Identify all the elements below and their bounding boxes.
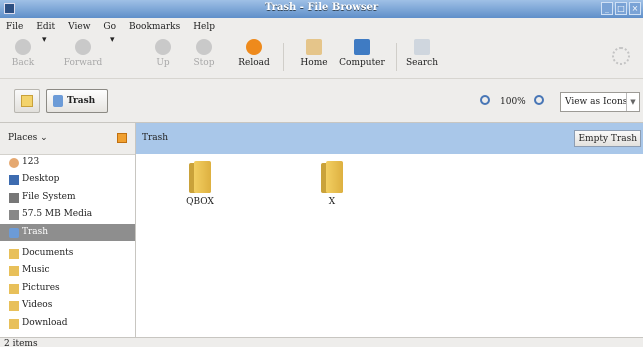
zoom-in-icon[interactable]: [534, 95, 544, 105]
view-mode-value: View as Icons: [565, 97, 628, 107]
window-title: Trash - File Browser: [264, 2, 379, 13]
menu-bookmarks[interactable]: Bookmarks: [129, 22, 180, 32]
place-media[interactable]: 57.5 MB Media: [0, 206, 135, 223]
stop-button[interactable]: Stop: [190, 35, 218, 79]
forward-history-icon[interactable]: ▾: [110, 35, 115, 79]
chevron-down-icon: ▼: [626, 93, 639, 111]
close-button[interactable]: ×: [629, 2, 641, 15]
place-123[interactable]: 123: [0, 154, 135, 171]
forward-arrow-icon: [75, 39, 91, 55]
zoom-out-icon[interactable]: [480, 95, 490, 105]
menu-file[interactable]: File: [6, 22, 23, 32]
location-bar: Trash 100% View as Icons ▼: [0, 79, 643, 123]
main-pane: Trash Empty Trash QBOX X: [136, 123, 643, 337]
crumb-label: Trash: [67, 96, 96, 106]
toolbar: Back ▾ Forward ▾ Up Stop Reload Home Com…: [0, 35, 643, 79]
place-videos[interactable]: Videos: [0, 297, 135, 314]
search-button[interactable]: Search: [404, 35, 440, 79]
trash-icon: [9, 227, 19, 238]
place-music[interactable]: Music: [0, 262, 135, 279]
place-desktop[interactable]: Desktop: [0, 171, 135, 188]
stop-label: Stop: [193, 58, 215, 68]
home-icon: [306, 39, 322, 55]
folder-icon: [9, 248, 19, 259]
menu-bar: File Edit View Go Bookmarks Help: [0, 18, 643, 35]
file-name: QBOX: [186, 197, 214, 207]
menu-edit[interactable]: Edit: [36, 22, 55, 32]
place-file-system[interactable]: File System: [0, 189, 135, 206]
menu-view[interactable]: View: [68, 22, 90, 32]
path-label: Trash: [142, 133, 169, 143]
stop-icon: [196, 39, 212, 55]
minimize-button[interactable]: _: [601, 2, 613, 15]
file-item-qbox[interactable]: QBOX: [170, 161, 230, 207]
forward-button[interactable]: Forward: [60, 35, 106, 79]
side-pane: Places ⌄ 123 Desktop File System 57.5 MB…: [0, 123, 136, 337]
status-bar: 2 items: [0, 337, 643, 347]
menu-go[interactable]: Go: [103, 22, 116, 32]
home-label: Home: [300, 58, 328, 68]
home-folder-icon: [9, 158, 19, 168]
drive-icon: [9, 192, 19, 203]
folder-icon: [9, 283, 19, 294]
place-trash[interactable]: Trash: [0, 223, 135, 241]
back-label: Back: [11, 58, 35, 68]
close-pane-icon[interactable]: [117, 133, 127, 143]
place-download[interactable]: Download: [0, 315, 135, 332]
drive-icon: [9, 210, 19, 221]
reload-icon: [246, 39, 262, 55]
folder-icon: [9, 318, 19, 329]
file-name: X: [328, 197, 336, 207]
places-list: 123 Desktop File System 57.5 MB Media Tr…: [0, 154, 135, 332]
window-controls: _ □ ×: [601, 2, 641, 15]
reload-button[interactable]: Reload: [236, 35, 272, 79]
up-label: Up: [156, 58, 170, 68]
trash-icon: [53, 95, 63, 107]
menu-help[interactable]: Help: [193, 22, 215, 32]
computer-icon: [354, 39, 370, 55]
computer-label: Computer: [339, 58, 385, 68]
computer-button[interactable]: Computer: [338, 35, 386, 79]
place-documents[interactable]: Documents: [0, 245, 135, 262]
back-button[interactable]: Back: [6, 35, 40, 79]
search-icon: [414, 39, 430, 55]
toolbar-separator: [283, 43, 284, 71]
reload-label: Reload: [238, 58, 270, 68]
title-bar: Trash - File Browser _ □ ×: [0, 0, 643, 18]
path-crumb-trash[interactable]: Trash: [46, 89, 108, 113]
toggle-location-button[interactable]: [14, 89, 40, 113]
path-header: Trash Empty Trash: [136, 123, 643, 154]
empty-trash-button[interactable]: Empty Trash: [574, 130, 641, 147]
side-pane-selector[interactable]: Places ⌄: [8, 133, 48, 143]
side-pane-header: Places ⌄: [0, 123, 135, 155]
maximize-button[interactable]: □: [615, 2, 627, 15]
desktop-icon: [9, 175, 19, 186]
folder-icon: [9, 266, 19, 277]
place-pictures[interactable]: Pictures: [0, 280, 135, 297]
home-button[interactable]: Home: [296, 35, 332, 79]
folder-icon: [189, 161, 211, 193]
folder-icon: [321, 161, 343, 193]
zoom-level: 100%: [500, 97, 526, 107]
toolbar-separator: [396, 43, 397, 71]
back-arrow-icon: [15, 39, 31, 55]
pencil-icon: [21, 95, 33, 107]
folder-icon: [9, 301, 19, 312]
view-mode-select[interactable]: View as Icons ▼: [560, 92, 640, 112]
file-item-x[interactable]: X: [302, 161, 362, 207]
up-arrow-icon: [155, 39, 171, 55]
up-button[interactable]: Up: [150, 35, 176, 79]
back-history-icon[interactable]: ▾: [42, 35, 47, 79]
search-label: Search: [406, 58, 438, 68]
throbber-icon: [612, 47, 630, 65]
forward-label: Forward: [63, 58, 103, 68]
